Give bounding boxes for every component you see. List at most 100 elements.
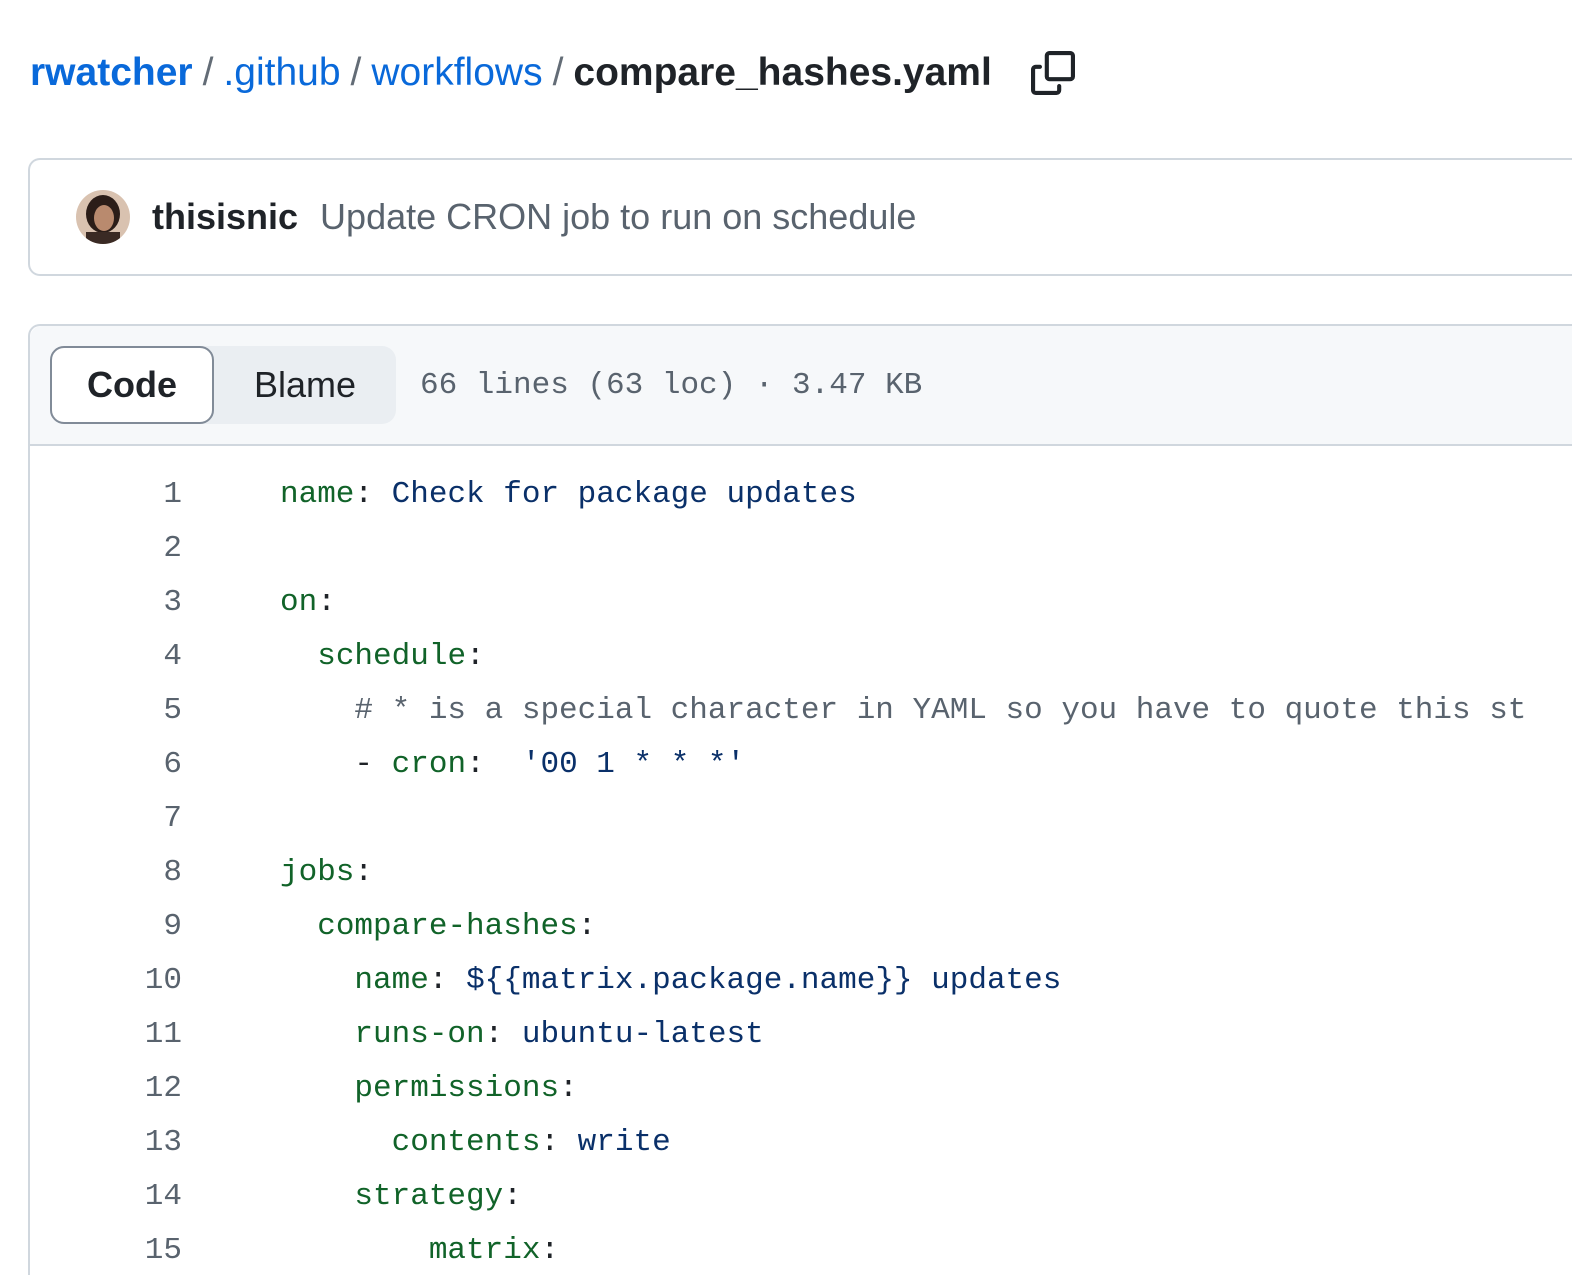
line-content: name: ${{matrix.package.name}} updates bbox=[280, 963, 1061, 998]
breadcrumb-folder-github-link[interactable]: .github bbox=[223, 51, 340, 95]
code-line: 4 schedule: bbox=[30, 629, 1572, 683]
code-token: ubuntu-latest bbox=[521, 1016, 764, 1052]
commit-author-link[interactable]: thisisnic bbox=[152, 196, 298, 238]
breadcrumb-separator: / bbox=[552, 51, 564, 94]
code-token: : bbox=[540, 1124, 578, 1160]
breadcrumb-repo-link[interactable]: rwatcher bbox=[30, 51, 193, 95]
code-token: Check for package updates bbox=[391, 476, 857, 512]
code-token: : bbox=[577, 908, 597, 944]
breadcrumb-folder-workflows-link[interactable]: workflows bbox=[371, 51, 542, 95]
code-token: jobs bbox=[280, 854, 355, 890]
line-content: schedule: bbox=[280, 638, 485, 674]
code-line: 14 strategy: bbox=[30, 1169, 1572, 1223]
line-number[interactable]: 10 bbox=[30, 963, 182, 998]
file-size-info: 66 lines (63 loc) · 3.47 KB bbox=[420, 367, 923, 403]
code-token: : bbox=[317, 584, 336, 620]
code-line: 2 bbox=[30, 521, 1572, 575]
code-line: 6 - cron: '00 1 * * *' bbox=[30, 737, 1572, 791]
code-token: # * is a special character in YAML so yo… bbox=[354, 692, 1527, 728]
line-content: on: bbox=[280, 585, 336, 620]
breadcrumb-file-name: compare_hashes.yaml bbox=[573, 51, 992, 94]
line-number[interactable]: 1 bbox=[30, 477, 182, 512]
code-line: 1 name: Check for package updates bbox=[30, 467, 1572, 521]
code-token: compare-hashes bbox=[317, 908, 578, 944]
code-listing: 1 name: Check for package updates 2 3 on: 4 s… bbox=[30, 446, 1572, 1275]
code-token: permissions bbox=[354, 1070, 560, 1106]
line-number[interactable]: 3 bbox=[30, 585, 182, 620]
avatar[interactable] bbox=[76, 190, 130, 244]
breadcrumb-separator: / bbox=[202, 51, 214, 94]
line-number[interactable]: 13 bbox=[30, 1125, 182, 1160]
latest-commit-box: thisisnic Update CRON job to run on sche… bbox=[28, 158, 1572, 276]
code-line: 11 runs-on: ubuntu-latest bbox=[30, 1007, 1572, 1061]
breadcrumb-separator: / bbox=[350, 51, 362, 94]
line-number[interactable]: 11 bbox=[30, 1017, 182, 1052]
code-line: 15 matrix: bbox=[30, 1223, 1572, 1275]
tab-blame[interactable]: Blame bbox=[214, 346, 396, 424]
line-number[interactable]: 6 bbox=[30, 747, 182, 782]
file-header: Code Blame 66 lines (63 loc) · 3.47 KB bbox=[30, 326, 1572, 446]
code-token: - bbox=[354, 746, 392, 782]
line-number[interactable]: 7 bbox=[30, 801, 182, 836]
line-content: # * is a special character in YAML so yo… bbox=[280, 693, 1526, 728]
code-token: runs-on bbox=[354, 1016, 485, 1052]
code-token: ${{matrix.package.name}} updates bbox=[466, 962, 1062, 998]
copy-path-button[interactable] bbox=[1030, 50, 1076, 96]
view-mode-toggle: Code Blame bbox=[50, 346, 396, 424]
code-line: 9 compare-hashes: bbox=[30, 899, 1572, 953]
author-avatar-image bbox=[76, 190, 130, 244]
code-token: : bbox=[540, 1232, 560, 1268]
code-token: contents bbox=[391, 1124, 541, 1160]
line-number[interactable]: 9 bbox=[30, 909, 182, 944]
code-token: : bbox=[428, 962, 467, 998]
code-token: : bbox=[466, 746, 522, 782]
commit-message-link[interactable]: Update CRON job to run on schedule bbox=[320, 196, 916, 238]
code-token: name bbox=[280, 476, 355, 512]
code-token: on bbox=[280, 584, 318, 620]
code-line: 5 # * is a special character in YAML so … bbox=[30, 683, 1572, 737]
line-content: - cron: '00 1 * * *' bbox=[280, 747, 745, 782]
code-token: : bbox=[466, 638, 485, 674]
line-content: compare-hashes: bbox=[280, 909, 596, 944]
line-content: strategy: bbox=[280, 1178, 522, 1214]
line-content: name: Check for package updates bbox=[280, 477, 857, 512]
code-token: : bbox=[354, 476, 392, 512]
code-token: : bbox=[484, 1016, 522, 1052]
tab-code[interactable]: Code bbox=[50, 346, 214, 424]
line-number[interactable]: 12 bbox=[30, 1071, 182, 1106]
code-token: name bbox=[354, 962, 429, 998]
line-content: permissions: bbox=[280, 1070, 578, 1106]
file-viewer: Code Blame 66 lines (63 loc) · 3.47 KB 1… bbox=[28, 324, 1572, 1275]
code-token: matrix bbox=[428, 1232, 541, 1268]
code-line: 10 name: ${{matrix.package.name}} update… bbox=[30, 953, 1572, 1007]
code-line: 12 permissions: bbox=[30, 1061, 1572, 1115]
copy-icon bbox=[1030, 51, 1075, 95]
code-token: : bbox=[354, 854, 374, 890]
line-number[interactable]: 8 bbox=[30, 855, 182, 890]
line-number[interactable]: 4 bbox=[30, 639, 182, 674]
code-token: : bbox=[559, 1070, 578, 1106]
code-line: 8 jobs: bbox=[30, 845, 1572, 899]
code-line: 7 bbox=[30, 791, 1572, 845]
line-number[interactable]: 2 bbox=[30, 531, 182, 566]
line-content: matrix: bbox=[280, 1233, 559, 1268]
line-number[interactable]: 14 bbox=[30, 1179, 182, 1214]
line-number[interactable]: 5 bbox=[30, 693, 182, 728]
code-token: strategy bbox=[354, 1178, 504, 1214]
code-token: write bbox=[577, 1124, 671, 1160]
code-line: 13 contents: write bbox=[30, 1115, 1572, 1169]
line-content: jobs: bbox=[280, 855, 373, 890]
file-view-page: rwatcher / .github / workflows / compare… bbox=[0, 0, 1572, 1275]
line-number[interactable]: 15 bbox=[30, 1233, 182, 1268]
code-token: '00 1 * * *' bbox=[521, 746, 746, 782]
code-token: : bbox=[503, 1178, 522, 1214]
